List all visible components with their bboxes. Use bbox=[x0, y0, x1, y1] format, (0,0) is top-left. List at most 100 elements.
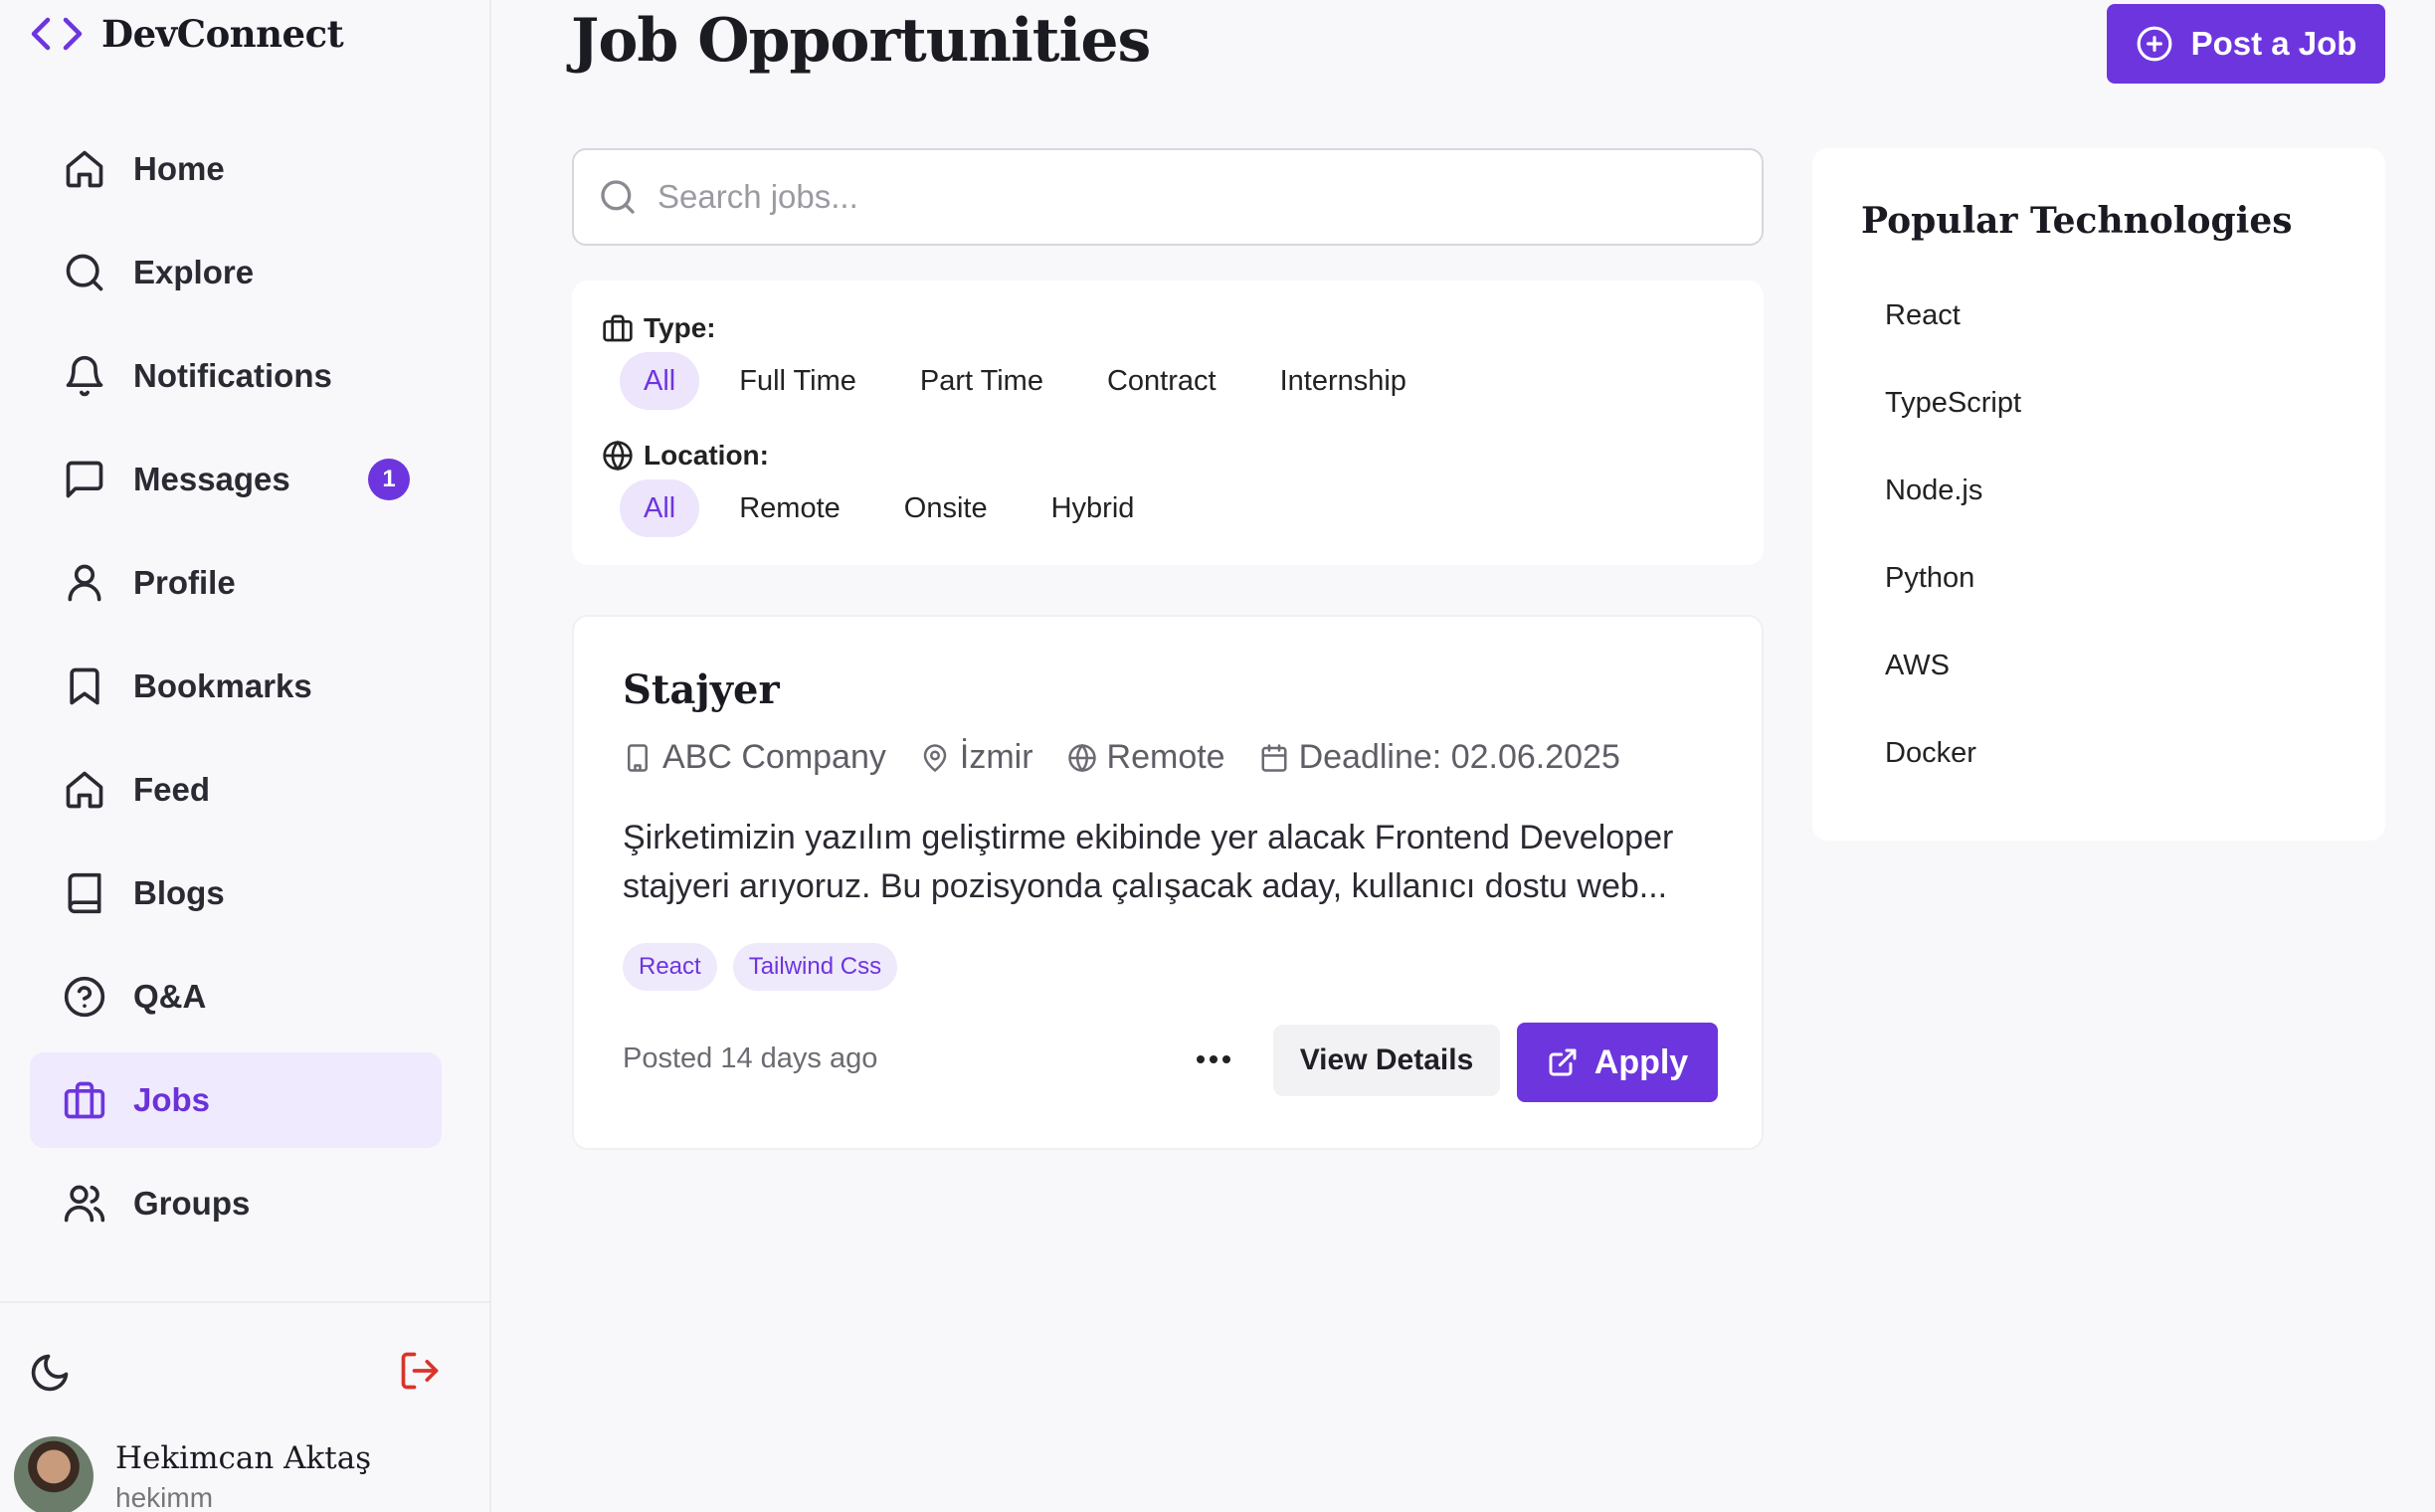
sidebar-item-label: Bookmarks bbox=[133, 667, 312, 704]
sidebar-item-label: Home bbox=[133, 150, 225, 187]
sidebar-item-qa[interactable]: Q&A bbox=[30, 949, 442, 1044]
tech-item[interactable]: React bbox=[1885, 299, 1961, 332]
brand[interactable]: DevConnect bbox=[30, 10, 344, 58]
home-icon bbox=[62, 146, 107, 192]
search-icon bbox=[62, 250, 107, 295]
job-tag: Tailwind Css bbox=[732, 943, 898, 991]
sidebar-item-label: Explore bbox=[133, 254, 255, 290]
job-location: İzmir bbox=[920, 738, 1033, 777]
job-deadline-text: Deadline: 02.06.2025 bbox=[1298, 738, 1620, 776]
bell-icon bbox=[62, 353, 107, 399]
moon-icon[interactable] bbox=[28, 1351, 72, 1395]
job-description: Şirketimizin yazılım geliştirme ekibinde… bbox=[623, 814, 1717, 911]
globe-icon bbox=[602, 440, 634, 472]
user-handle: hekimm bbox=[115, 1482, 214, 1512]
job-description-line: stajyeri arıyoruz. Bu pozisyonda çalışac… bbox=[623, 867, 1668, 905]
type-chips: All Full Time Part Time Contract Interns… bbox=[620, 352, 1446, 410]
briefcase-icon bbox=[602, 312, 634, 344]
search-bar bbox=[572, 148, 1764, 246]
sidebar-item-groups[interactable]: Groups bbox=[30, 1156, 442, 1251]
plus-circle-icon bbox=[2136, 25, 2173, 63]
type-chip-full-time[interactable]: Full Time bbox=[715, 352, 880, 410]
sidebar-item-feed[interactable]: Feed bbox=[30, 742, 442, 838]
tech-item[interactable]: TypeScript bbox=[1885, 387, 2021, 420]
bookmark-icon bbox=[62, 663, 107, 709]
sidebar-item-explore[interactable]: Explore bbox=[30, 225, 442, 320]
briefcase-icon bbox=[62, 1077, 107, 1123]
user-card[interactable]: Hekimcan Aktaş hekimm bbox=[14, 1436, 371, 1512]
location-chip-all[interactable]: All bbox=[620, 479, 700, 537]
location-chip-remote[interactable]: Remote bbox=[715, 479, 864, 537]
job-deadline: Deadline: 02.06.2025 bbox=[1259, 738, 1620, 777]
avatar bbox=[14, 1436, 94, 1512]
job-title[interactable]: Stajyer bbox=[623, 666, 780, 713]
job-description-line: Şirketimizin yazılım geliştirme ekibinde… bbox=[623, 819, 1674, 856]
home-icon bbox=[62, 767, 107, 813]
user-icon bbox=[62, 560, 107, 606]
sidebar-divider bbox=[0, 1301, 491, 1303]
calendar-icon bbox=[1259, 743, 1289, 773]
sidebar-item-label: Jobs bbox=[133, 1081, 211, 1118]
job-work-mode-text: Remote bbox=[1106, 738, 1225, 776]
tech-item[interactable]: Docker bbox=[1885, 737, 1976, 770]
sidebar-item-label: Blogs bbox=[133, 874, 225, 911]
job-meta: ABC Company İzmir Remote Deadline: 02.06… bbox=[623, 738, 1654, 777]
globe-icon bbox=[1067, 743, 1097, 773]
sidebar-item-jobs[interactable]: Jobs bbox=[30, 1052, 442, 1148]
help-circle-icon bbox=[62, 974, 107, 1020]
location-chip-hybrid[interactable]: Hybrid bbox=[1028, 479, 1159, 537]
posted-time: Posted 14 days ago bbox=[623, 1042, 878, 1074]
user-name: Hekimcan Aktaş bbox=[115, 1440, 372, 1476]
post-job-label: Post a Job bbox=[2190, 25, 2357, 62]
sidebar-item-profile[interactable]: Profile bbox=[30, 535, 442, 631]
panel-title: Popular Technologies bbox=[1861, 200, 2293, 242]
job-company-text: ABC Company bbox=[662, 738, 886, 776]
tech-item[interactable]: Node.js bbox=[1885, 474, 1982, 507]
message-icon bbox=[62, 457, 107, 502]
unread-badge: 1 bbox=[368, 459, 410, 500]
view-details-button[interactable]: View Details bbox=[1273, 1025, 1500, 1096]
sidebar: DevConnect Home Explore Notifications Me… bbox=[0, 0, 491, 1512]
location-chips: All Remote Onsite Hybrid bbox=[620, 479, 1174, 537]
type-label-text: Type: bbox=[644, 312, 716, 343]
building-icon bbox=[623, 743, 653, 773]
job-company: ABC Company bbox=[623, 738, 886, 777]
book-icon bbox=[62, 870, 107, 916]
job-tag: React bbox=[623, 943, 717, 991]
code-brackets-icon bbox=[30, 14, 84, 54]
sidebar-item-label: Groups bbox=[133, 1185, 251, 1222]
sidebar-item-label: Q&A bbox=[133, 978, 207, 1015]
sidebar-item-messages[interactable]: Messages 1 bbox=[30, 432, 442, 527]
popular-technologies-panel: Popular Technologies React TypeScript No… bbox=[1812, 148, 2385, 841]
apply-label: Apply bbox=[1593, 1042, 1689, 1081]
type-chip-part-time[interactable]: Part Time bbox=[896, 352, 1067, 410]
search-icon bbox=[598, 177, 638, 217]
search-input[interactable] bbox=[657, 178, 1752, 216]
location-label-text: Location: bbox=[644, 440, 769, 471]
sidebar-item-bookmarks[interactable]: Bookmarks bbox=[30, 639, 442, 734]
tech-item[interactable]: AWS bbox=[1885, 650, 1950, 682]
tech-item[interactable]: Python bbox=[1885, 562, 1974, 595]
user-info: Hekimcan Aktaş hekimm bbox=[115, 1436, 371, 1512]
apply-button[interactable]: Apply bbox=[1517, 1023, 1718, 1102]
sidebar-item-home[interactable]: Home bbox=[30, 121, 442, 217]
location-filter-label: Location: bbox=[602, 440, 769, 472]
sidebar-item-label: Feed bbox=[133, 771, 211, 808]
sidebar-item-blogs[interactable]: Blogs bbox=[30, 846, 442, 941]
sidebar-item-label: Messages bbox=[133, 461, 290, 497]
type-chip-all[interactable]: All bbox=[620, 352, 700, 410]
job-work-mode: Remote bbox=[1067, 738, 1225, 777]
job-card: Stajyer ABC Company İzmir Remote Deadlin… bbox=[572, 615, 1764, 1150]
more-options-icon[interactable] bbox=[1181, 1027, 1246, 1092]
sidebar-item-notifications[interactable]: Notifications bbox=[30, 328, 442, 424]
location-chip-onsite[interactable]: Onsite bbox=[880, 479, 1012, 537]
brand-name: DevConnect bbox=[101, 12, 344, 56]
type-chip-internship[interactable]: Internship bbox=[1256, 352, 1430, 410]
page-title: Job Opportunities bbox=[571, 6, 1151, 76]
users-icon bbox=[62, 1181, 107, 1227]
type-chip-contract[interactable]: Contract bbox=[1083, 352, 1240, 410]
external-link-icon bbox=[1547, 1046, 1579, 1078]
sidebar-item-label: Notifications bbox=[133, 357, 332, 394]
post-job-button[interactable]: Post a Job bbox=[2107, 4, 2385, 84]
logout-icon[interactable] bbox=[398, 1349, 444, 1395]
